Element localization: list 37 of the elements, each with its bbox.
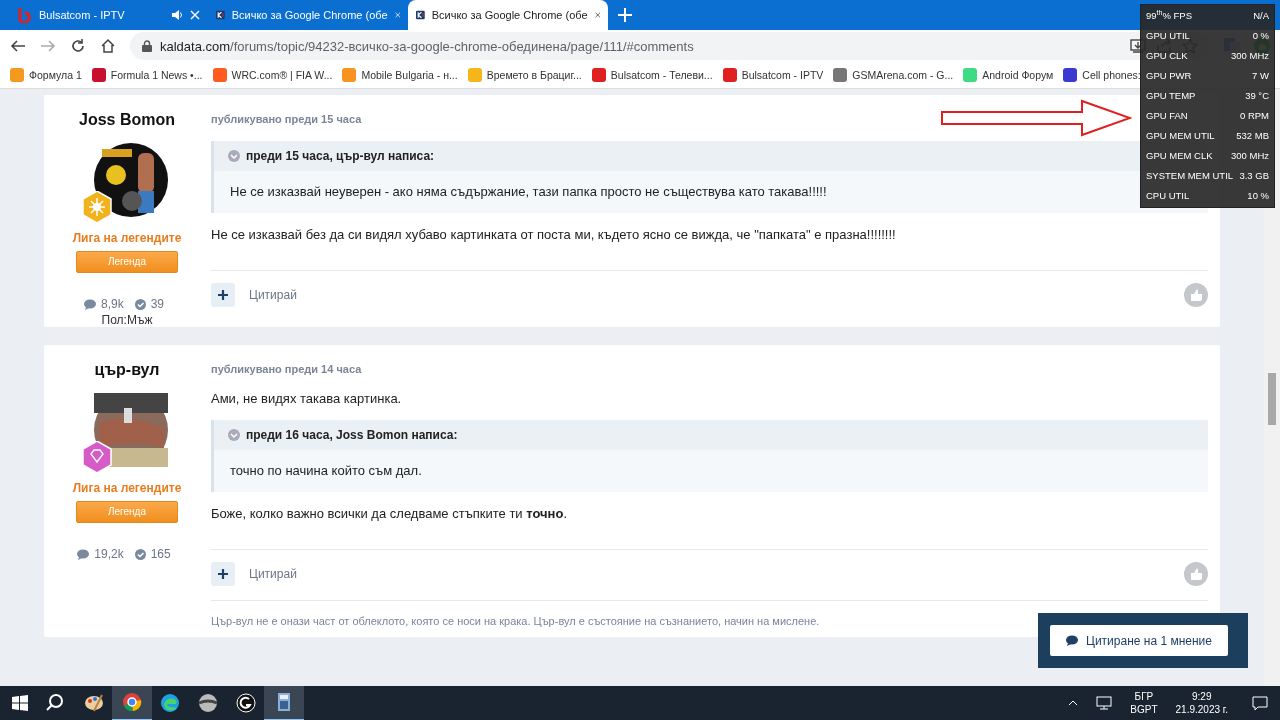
quote-header: преди 15 часа, цър-вул написа:: [246, 149, 435, 163]
quote-header: преди 16 часа, Joss Bomon написа:: [246, 428, 458, 442]
post-text: Ами, не видях такава картинка.: [211, 391, 403, 406]
stat-value: 7 W: [1252, 69, 1269, 81]
post-count: 19,2k: [94, 547, 124, 561]
stat-label: GPU FAN: [1146, 109, 1188, 121]
stat-value: 3.3 GB: [1239, 169, 1269, 181]
post-text: Боже, колко важно всички да следваме стъпките ти точно.: [211, 506, 568, 521]
quote-text: точно по начина който съм дал.: [230, 463, 422, 478]
stat-value: 39 °C: [1245, 89, 1269, 101]
stat-label: GPU TEMP: [1146, 89, 1196, 101]
stat-label: CPU UTIL: [1146, 189, 1190, 201]
stat-label: 99$^{th}$% FPS: [1146, 8, 1192, 22]
stat-value: 10 %: [1247, 189, 1269, 201]
rank-title: Лига на легендите: [72, 481, 182, 495]
stat-value: 532 MB: [1236, 129, 1269, 141]
post-count: 8,9k: [100, 297, 124, 311]
group-label: Легенда: [76, 501, 178, 523]
reputation-count: 39: [150, 297, 164, 311]
stat-value: N/A: [1253, 9, 1269, 21]
reputation-count: 165: [150, 547, 171, 561]
stat-label: GPU PWR: [1146, 69, 1192, 81]
rank-title: Лига на легендите: [72, 231, 182, 245]
stat-value: 0 %: [1252, 29, 1269, 41]
stat-label: GPU CLK: [1146, 49, 1188, 61]
stat-label: GPU MEM UTIL: [1146, 129, 1215, 141]
stat-value: 0 RPM: [1239, 109, 1269, 121]
quote-text: Не се изказвай неуверен - ако няма съдържание, тази папка просто не съществува като такава!!!!!: [230, 184, 827, 199]
stat-value: 300 MHz: [1231, 149, 1269, 161]
stat-value: 300 MHz: [1231, 49, 1269, 61]
gender-text: Пол:Мъж: [101, 313, 153, 327]
stat-label: GPU UTIL: [1146, 29, 1190, 41]
url-text: kaldata.com/forums/topic/94232-всичко-за-google-chrome-обединена/page/111/#comments: [160, 38, 695, 54]
post-text: Не се изказвай без да си видял хубаво картинката от поста ми, където ясно се вижда, че "папката" е празна!!!!!!!!: [211, 227, 897, 242]
group-label: Легенда: [76, 251, 178, 273]
stat-label: GPU MEM CLK: [1146, 149, 1213, 161]
stat-label: SYSTEM MEM UTIL: [1146, 169, 1234, 181]
